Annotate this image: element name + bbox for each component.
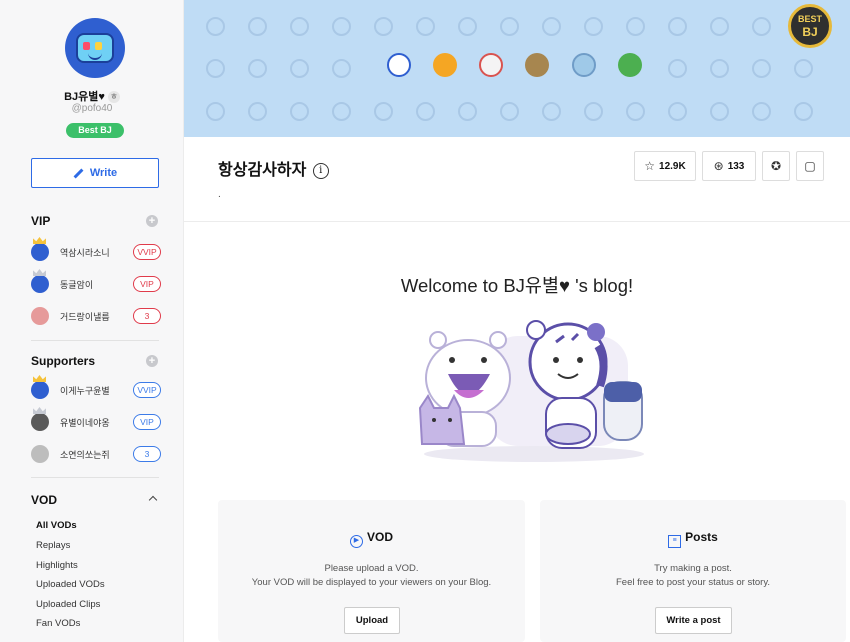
vod-card-line2: Your VOD will be displayed to your viewe… — [251, 577, 492, 588]
gold-crown-icon — [33, 237, 46, 244]
posts-card-line1: Try making a post. — [654, 563, 732, 574]
favorite-button[interactable]: ✪ — [762, 151, 790, 181]
supporters-section-title: Supporters — [31, 354, 96, 368]
emoticon-icon — [479, 53, 503, 77]
banner-pattern-row — [206, 102, 850, 121]
profile-id: @pofo40 — [71, 103, 113, 114]
chevron-up-icon[interactable] — [148, 495, 158, 505]
fan-count: 133 — [727, 160, 745, 172]
member-avatar — [31, 307, 49, 325]
vod-card-title-text: VOD — [366, 530, 393, 544]
vod-menu-uploaded-clips[interactable]: Uploaded Clips — [36, 599, 100, 610]
upload-button[interactable]: Upload — [344, 607, 400, 634]
member-badge: VVIP — [133, 382, 161, 398]
member-name: 거드랑이낼름 — [60, 311, 110, 322]
divider — [31, 477, 159, 478]
note-icon: ▢ — [804, 159, 816, 173]
profile-avatar[interactable] — [65, 18, 125, 78]
blog-info-bar: 항상감사하자 i . ☆ 12.9K ⊛ 133 ✪ ▢ — [184, 137, 850, 222]
silver-crown-icon — [33, 407, 46, 414]
posts-card-title-text: Posts — [685, 530, 718, 544]
tv-character-icon — [76, 33, 114, 63]
gold-crown-icon — [33, 375, 46, 382]
badge-star-icon: ✪ — [770, 159, 782, 173]
vod-menu-replays[interactable]: Replays — [36, 540, 70, 551]
divider — [31, 340, 159, 341]
fan-button[interactable]: ⊛ 133 — [702, 151, 756, 181]
vod-menu-highlights[interactable]: Highlights — [36, 560, 78, 571]
emoticon-icon — [433, 53, 457, 77]
supporters-add-icon[interactable]: + — [146, 355, 158, 367]
play-icon: ▶ — [349, 535, 363, 548]
member-name: 소연의쏘는쥐 — [60, 449, 110, 460]
vip-member[interactable]: 역삼시라소니 VVIP — [31, 237, 161, 262]
member-avatar — [31, 445, 49, 463]
supporter-member[interactable]: 유별이네야옹 VIP — [31, 407, 161, 432]
emoticon-icon — [618, 53, 642, 77]
welcome-message: Welcome to BJ유별♥ 's blog! — [400, 275, 634, 296]
blog-banner — [184, 0, 850, 137]
vod-card-line1: Please upload a VOD. — [324, 563, 419, 574]
fan-badge-icon: ⊛ — [713, 159, 724, 173]
subscriber-count: 12.9K — [659, 160, 686, 172]
profile-name-row: BJ유별♥ ㅎ — [0, 88, 183, 104]
profile-name: BJ유별♥ — [64, 91, 105, 103]
vip-section-title: VIP — [31, 214, 51, 228]
vod-card: ▶ VOD Please upload a VOD. Your VOD will … — [218, 500, 525, 642]
emoticon-icon — [387, 53, 411, 77]
write-button[interactable]: Write — [31, 158, 159, 188]
subscribe-button[interactable]: ☆ 12.9K — [634, 151, 696, 181]
write-button-label: Write — [89, 167, 118, 179]
vod-menu-all[interactable]: All VODs — [36, 520, 77, 531]
member-avatar — [31, 375, 49, 399]
info-icon[interactable]: i — [312, 163, 329, 179]
member-badge: VVIP — [133, 244, 161, 260]
emoticon-icon — [572, 53, 596, 77]
vod-section-title[interactable]: VOD — [31, 493, 57, 507]
profile-info-icon[interactable]: ㅎ — [107, 91, 120, 104]
member-badge: VIP — [133, 276, 161, 292]
banner-pattern-row — [206, 17, 850, 36]
best-bj-medal: BEST BJ — [788, 4, 832, 48]
banner-pattern-row — [668, 59, 850, 78]
member-name: 역삼시라소니 — [60, 247, 110, 258]
star-icon: ☆ — [644, 159, 656, 173]
penguin-character — [603, 381, 643, 441]
member-badge: VIP — [133, 414, 161, 430]
best-bj-medal-line2: BJ — [802, 25, 818, 39]
member-avatar — [31, 237, 49, 261]
blog-subtitle: . — [218, 189, 221, 200]
posts-card: ≡ Posts Try making a post. Feel free to p… — [540, 500, 846, 642]
emoticon-icon — [525, 53, 549, 77]
silver-crown-icon — [33, 269, 46, 276]
memo-button[interactable]: ▢ — [796, 151, 824, 181]
pencil-icon — [73, 168, 84, 178]
vod-menu-uploaded-vods[interactable]: Uploaded VODs — [36, 579, 105, 590]
blog-title-row: 항상감사하자 i — [218, 156, 329, 180]
welcome-illustration — [418, 320, 644, 462]
member-name: 동글암이 — [60, 279, 94, 290]
best-bj-medal-line1: BEST — [797, 14, 822, 24]
vod-card-title: ▶ VOD — [218, 530, 525, 548]
write-post-button[interactable]: Write a post — [655, 607, 732, 634]
member-badge: 3 — [133, 308, 161, 324]
member-badge: 3 — [133, 446, 161, 462]
document-icon: ≡ — [668, 535, 682, 548]
best-bj-badge: Best BJ — [66, 123, 124, 138]
vip-member[interactable]: 동글암이 VIP — [31, 269, 161, 294]
member-avatar — [31, 407, 49, 431]
vip-member[interactable]: 거드랑이낼름 3 — [31, 306, 161, 326]
member-avatar — [31, 269, 49, 293]
posts-card-line2: Feel free to post your status or story. — [616, 577, 770, 588]
blog-title: 항상감사하자 — [218, 162, 307, 179]
vod-menu-fan-vods[interactable]: Fan VODs — [36, 618, 80, 629]
member-name: 유별이네야옹 — [60, 417, 110, 428]
sidebar: BJ유별♥ ㅎ @pofo40 Best BJ Write VIP + 역삼시라소… — [0, 0, 184, 642]
posts-card-title: ≡ Posts — [540, 530, 846, 548]
supporter-member[interactable]: 이게누구윤별 VVIP — [31, 375, 161, 400]
vip-add-icon[interactable]: + — [146, 215, 158, 227]
member-name: 이게누구윤별 — [60, 385, 110, 396]
supporter-member[interactable]: 소연의쏘는쥐 3 — [31, 444, 161, 464]
